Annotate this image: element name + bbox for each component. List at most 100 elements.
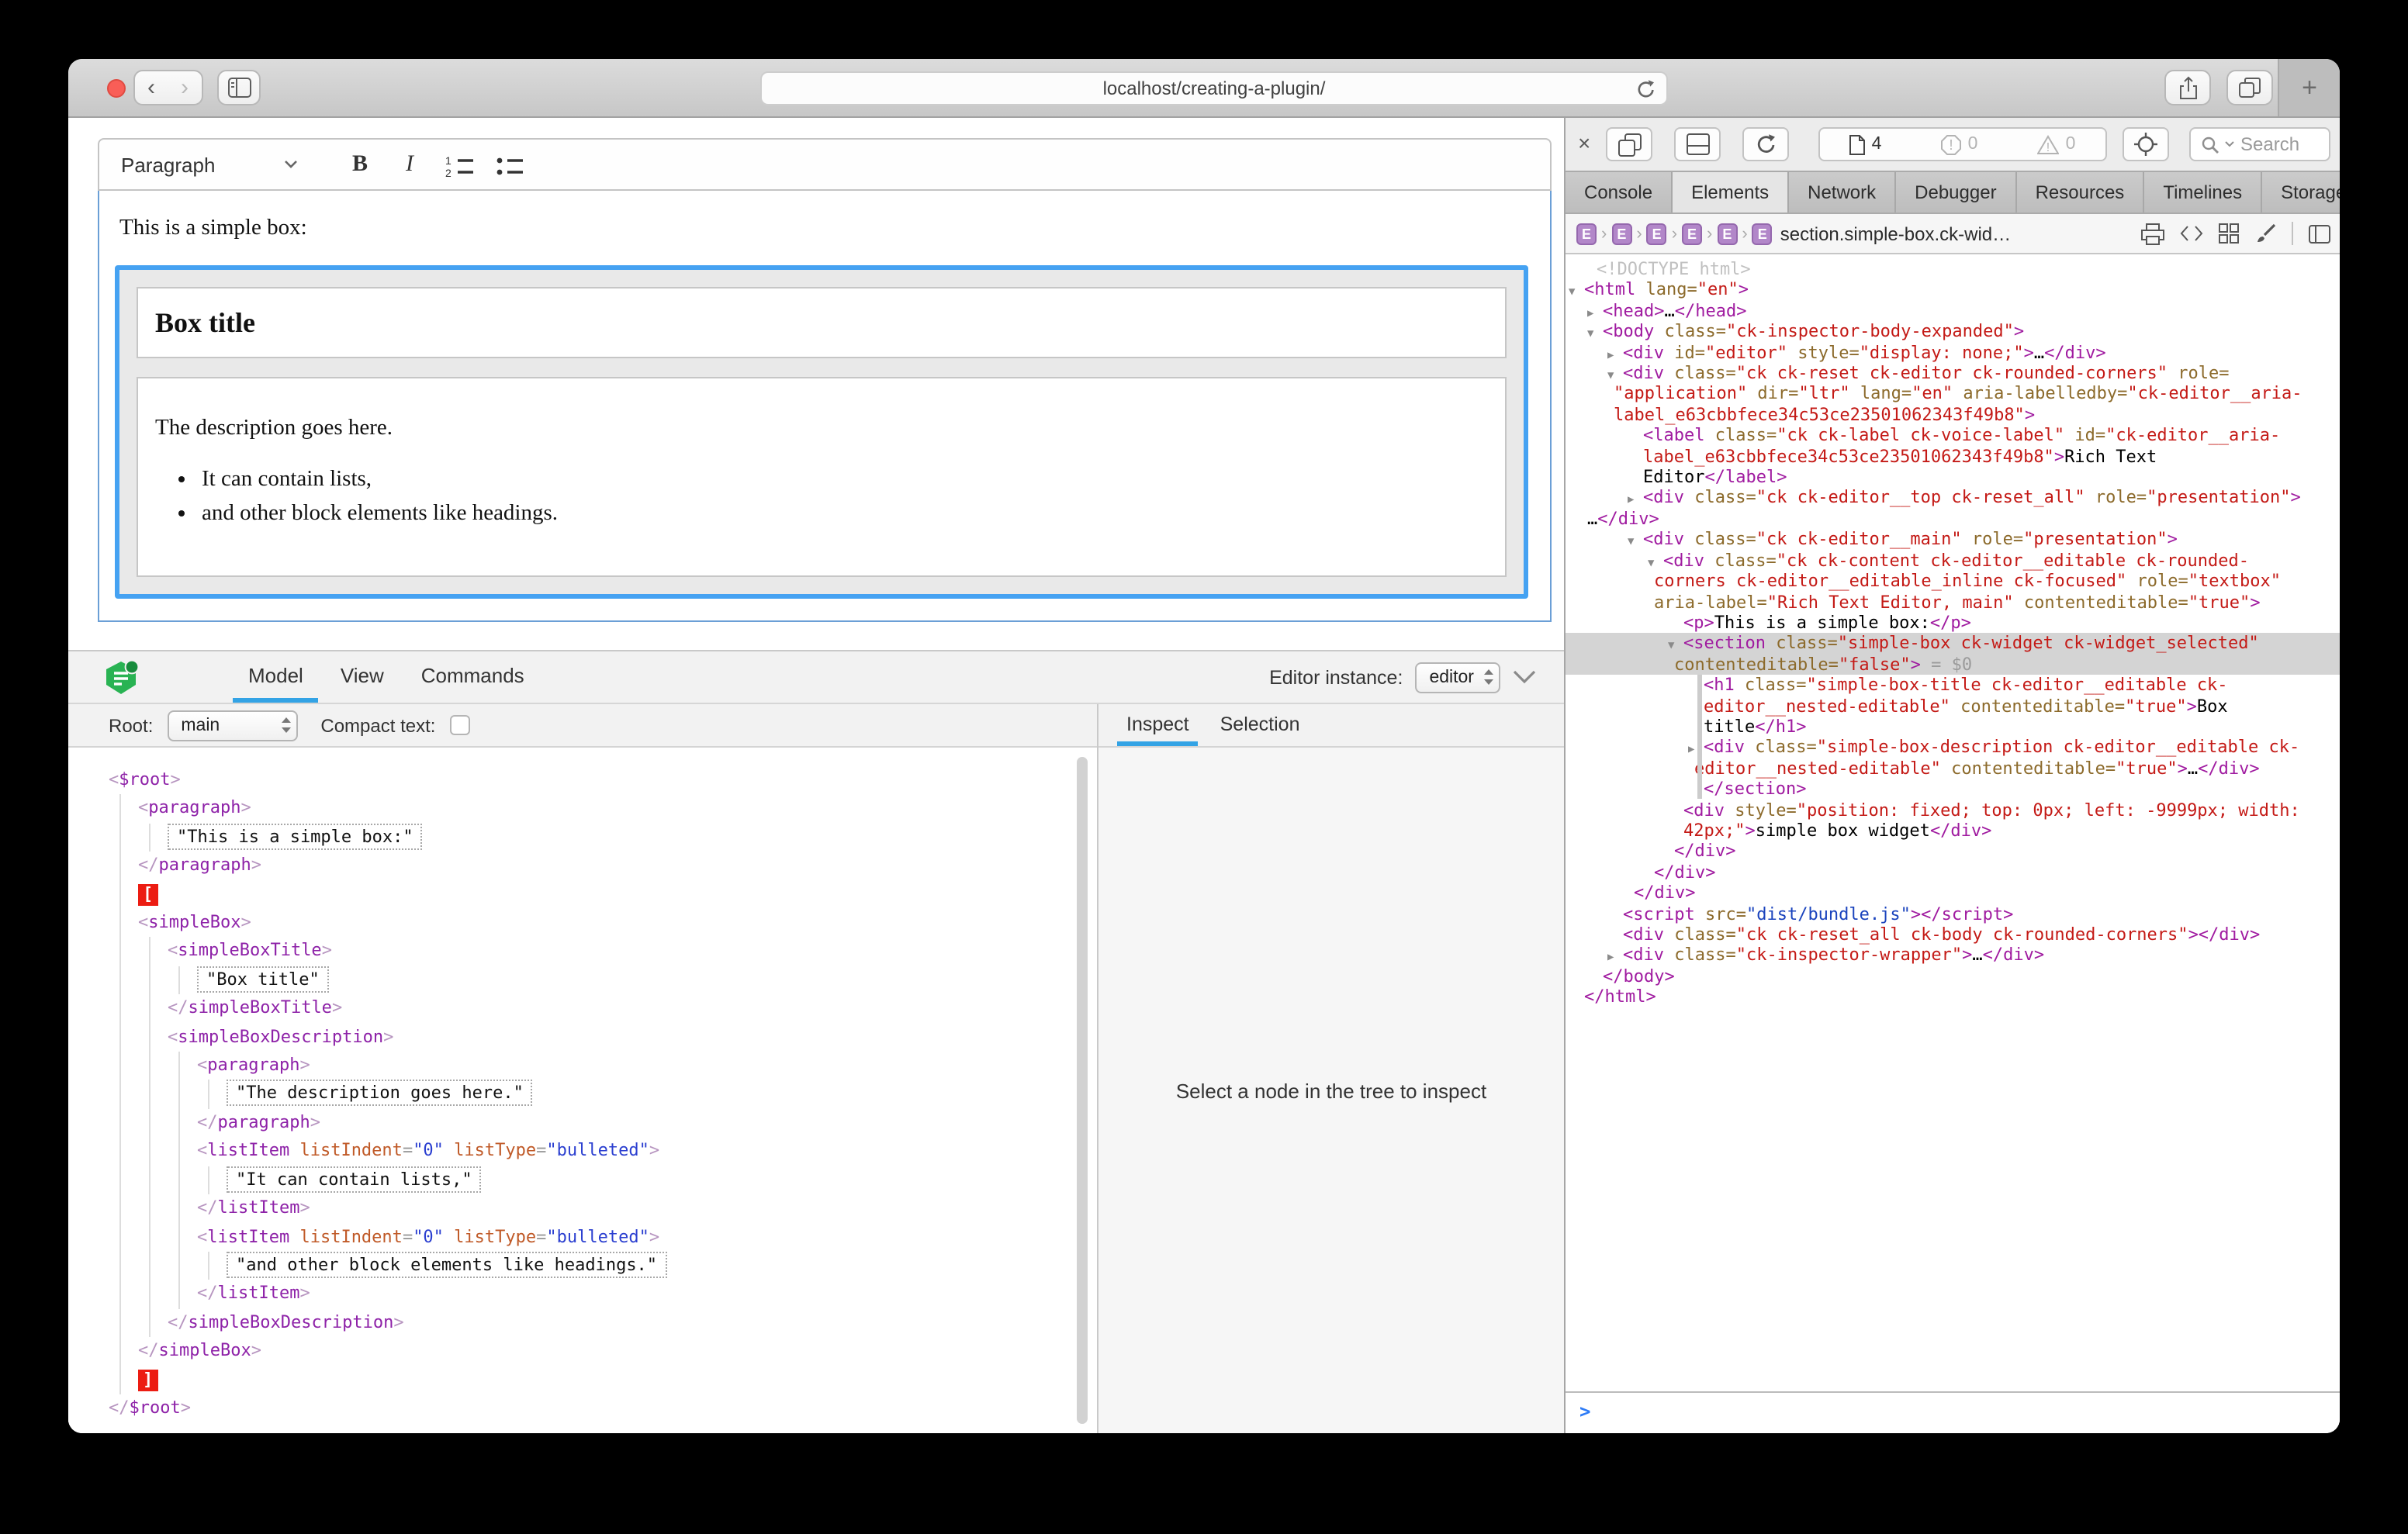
dom-tree-row[interactable]: </body>	[1566, 966, 2340, 987]
editor-instance-select[interactable]: editor	[1415, 662, 1500, 693]
model-node-open[interactable]: <paragraph>	[138, 795, 1097, 824]
dom-tree-row[interactable]: aria-label="Rich Text Editor, main" cont…	[1566, 592, 2340, 613]
reload-button[interactable]	[1637, 79, 1656, 99]
tab-overview-button[interactable]	[2226, 70, 2273, 105]
dom-tree-row[interactable]: ▼<div class="ck ck-editor__main" role="p…	[1566, 530, 2340, 551]
devtools-tab-storage[interactable]: Storage	[2262, 172, 2340, 212]
issues-summary[interactable]: 4 ! 0 ! 0	[1818, 127, 2107, 161]
dom-tree-row[interactable]: "application" dir="ltr" lang="en" aria-l…	[1566, 384, 2340, 405]
dom-tree-row[interactable]: </div>	[1566, 841, 2340, 862]
bold-button[interactable]: B	[335, 144, 385, 185]
dom-tree-row[interactable]: 42px;">simple box widget</div>	[1566, 821, 2340, 841]
compact-text-checkbox[interactable]	[449, 715, 469, 735]
editor-content[interactable]: This is a simple box: Box title The desc…	[98, 191, 1552, 622]
devtools-tab-console[interactable]: Console	[1566, 172, 1673, 212]
dom-tree-row[interactable]: <h1 class="simple-box-title ck-editor__e…	[1566, 675, 2340, 696]
dom-tree-row[interactable]: <div style="position: fixed; top: 0px; l…	[1566, 800, 2340, 821]
model-node-close[interactable]: </simpleBox>	[138, 1337, 1097, 1366]
model-node-close[interactable]: </simpleBoxDescription>	[168, 1308, 1097, 1337]
simple-box-title[interactable]: Box title	[137, 287, 1507, 358]
heading-dropdown[interactable]: Paragraph	[112, 144, 310, 185]
dom-tree-row[interactable]: title</h1>	[1566, 717, 2340, 738]
element-badge[interactable]: E	[1717, 223, 1737, 244]
model-node-close[interactable]: </listItem>	[197, 1194, 1097, 1223]
model-tree[interactable]: <$root><paragraph>"This is a simple box:…	[68, 748, 1097, 1433]
element-badge[interactable]: E	[1647, 223, 1667, 244]
dom-tree-row[interactable]: ▼<div class="ck ck-reset ck-editor ck-ro…	[1566, 363, 2340, 384]
ck-tab-model[interactable]: Model	[230, 651, 322, 703]
brush-icon[interactable]	[2254, 223, 2276, 244]
model-node-open[interactable]: <listItem listIndent="0" listType="bulle…	[197, 1223, 1097, 1252]
model-node-open[interactable]: <simpleBoxDescription>	[168, 1023, 1097, 1052]
collapse-inspector-button[interactable]	[1513, 670, 1536, 684]
ck-side-tab-inspect[interactable]: Inspect	[1111, 704, 1205, 746]
quick-console[interactable]: >	[1566, 1391, 2340, 1433]
model-tree-scrollbar[interactable]	[1077, 757, 1088, 1424]
dom-tree-row[interactable]: ▼<div class="ck ck-content ck-editor__ed…	[1566, 550, 2340, 571]
model-node-close[interactable]: </$root>	[109, 1394, 1097, 1423]
address-bar[interactable]: localhost/creating-a-plugin/	[760, 71, 1668, 105]
model-node-close[interactable]: </simpleBoxTitle>	[168, 995, 1097, 1024]
dock-side-button[interactable]	[1606, 127, 1652, 161]
model-text-node[interactable]: "It can contain lists,"	[227, 1166, 1097, 1194]
page-resources-badge[interactable]: 4	[1850, 134, 1882, 154]
simple-box-description[interactable]: The description goes here. It can contai…	[137, 377, 1507, 577]
dom-tree-row[interactable]: </div>	[1566, 883, 2340, 903]
numbered-list-button[interactable]: 12	[434, 144, 484, 185]
dom-tree-row[interactable]: <p>This is a simple box:</p>	[1566, 613, 2340, 634]
model-node-close[interactable]: </paragraph>	[138, 852, 1097, 880]
warnings-badge[interactable]: ! 0	[2038, 134, 2076, 154]
model-text-node[interactable]: "and other block elements like headings.…	[227, 1252, 1097, 1280]
ck-side-tab-selection[interactable]: Selection	[1205, 704, 1316, 746]
dom-tree-row[interactable]: ▶<div id="editor" style="display: none;"…	[1566, 342, 2340, 363]
new-tab-button[interactable]: +	[2278, 59, 2340, 116]
element-badge[interactable]: E	[1611, 223, 1631, 244]
devtools-tab-elements[interactable]: Elements	[1673, 172, 1789, 212]
root-select[interactable]: main	[167, 710, 297, 741]
dom-tree-row[interactable]: ▼<section class="simple-box ck-widget ck…	[1566, 634, 2340, 655]
dom-tree-row[interactable]: …</div>	[1566, 509, 2340, 530]
element-badge[interactable]: E	[1752, 223, 1773, 244]
bulleted-list-button[interactable]	[484, 144, 534, 185]
bullet-item[interactable]: It can contain lists,	[202, 467, 1488, 493]
dom-tree-row[interactable]: <label class="ck ck-label ck-voice-label…	[1566, 426, 2340, 447]
inspector-search-field[interactable]: Search	[2189, 127, 2330, 161]
simple-box-widget[interactable]: Box title The description goes here. It …	[115, 265, 1528, 599]
close-inspector-button[interactable]: ×	[1578, 130, 1590, 155]
grid-icon[interactable]	[2219, 223, 2239, 244]
model-node-close[interactable]: </paragraph>	[197, 1109, 1097, 1138]
model-node-open[interactable]: <$root>	[109, 766, 1097, 795]
description-paragraph[interactable]: The description goes here.	[155, 416, 1488, 442]
dom-tree-row[interactable]: ▼<body class="ck-inspector-body-expanded…	[1566, 321, 2340, 342]
code-icon[interactable]	[2180, 225, 2203, 242]
model-node-open[interactable]: <paragraph>	[197, 1052, 1097, 1080]
box-bullet-list[interactable]: It can contain lists,and other block ele…	[155, 467, 1488, 527]
model-node-open[interactable]: <listItem listIndent="0" listType="bulle…	[197, 1138, 1097, 1166]
element-picker-button[interactable]	[2123, 127, 2169, 161]
dom-tree-row[interactable]: corners ck-editor__editable_inline ck-fo…	[1566, 571, 2340, 592]
dom-tree-row[interactable]: ▶<div class="ck ck-editor__top ck-reset_…	[1566, 488, 2340, 509]
forward-button[interactable]: ›	[168, 70, 203, 105]
close-window-button[interactable]	[107, 79, 126, 98]
ck-tab-commands[interactable]: Commands	[403, 651, 543, 703]
breadcrumb-current[interactable]: section.simple-box.ck-wid…	[1780, 223, 2011, 244]
devtools-tab-network[interactable]: Network	[1789, 172, 1896, 212]
element-badge[interactable]: E	[1576, 223, 1597, 244]
panel-icon[interactable]	[2309, 224, 2330, 243]
model-text-node[interactable]: "The description goes here."	[227, 1080, 1097, 1109]
dom-tree-row[interactable]: ▶<head>…</head>	[1566, 301, 2340, 322]
model-node-open[interactable]: <simpleBox>	[138, 909, 1097, 938]
back-button[interactable]: ‹	[133, 70, 169, 105]
dom-tree-row[interactable]: <div class="ck ck-reset_all ck-body ck-r…	[1566, 924, 2340, 945]
dom-tree-row[interactable]: ▶<div class="ck-inspector-wrapper">…</di…	[1566, 945, 2340, 966]
dock-bottom-button[interactable]	[1674, 127, 1721, 161]
devtools-tab-timelines[interactable]: Timelines	[2144, 172, 2262, 212]
dom-tree-row[interactable]: contenteditable="false"> = $0	[1566, 654, 2340, 675]
dom-tree-row[interactable]: </section>	[1566, 779, 2340, 800]
dom-tree-row[interactable]: </html>	[1566, 986, 2340, 1007]
element-badge[interactable]: E	[1682, 223, 1702, 244]
ck-tab-view[interactable]: View	[322, 651, 403, 703]
sidebar-button[interactable]	[217, 70, 261, 105]
dom-tree-row[interactable]: label_e63cbbfece34c53ce23501062343f49b8"…	[1566, 405, 2340, 426]
editor-paragraph[interactable]: This is a simple box:	[119, 216, 307, 242]
